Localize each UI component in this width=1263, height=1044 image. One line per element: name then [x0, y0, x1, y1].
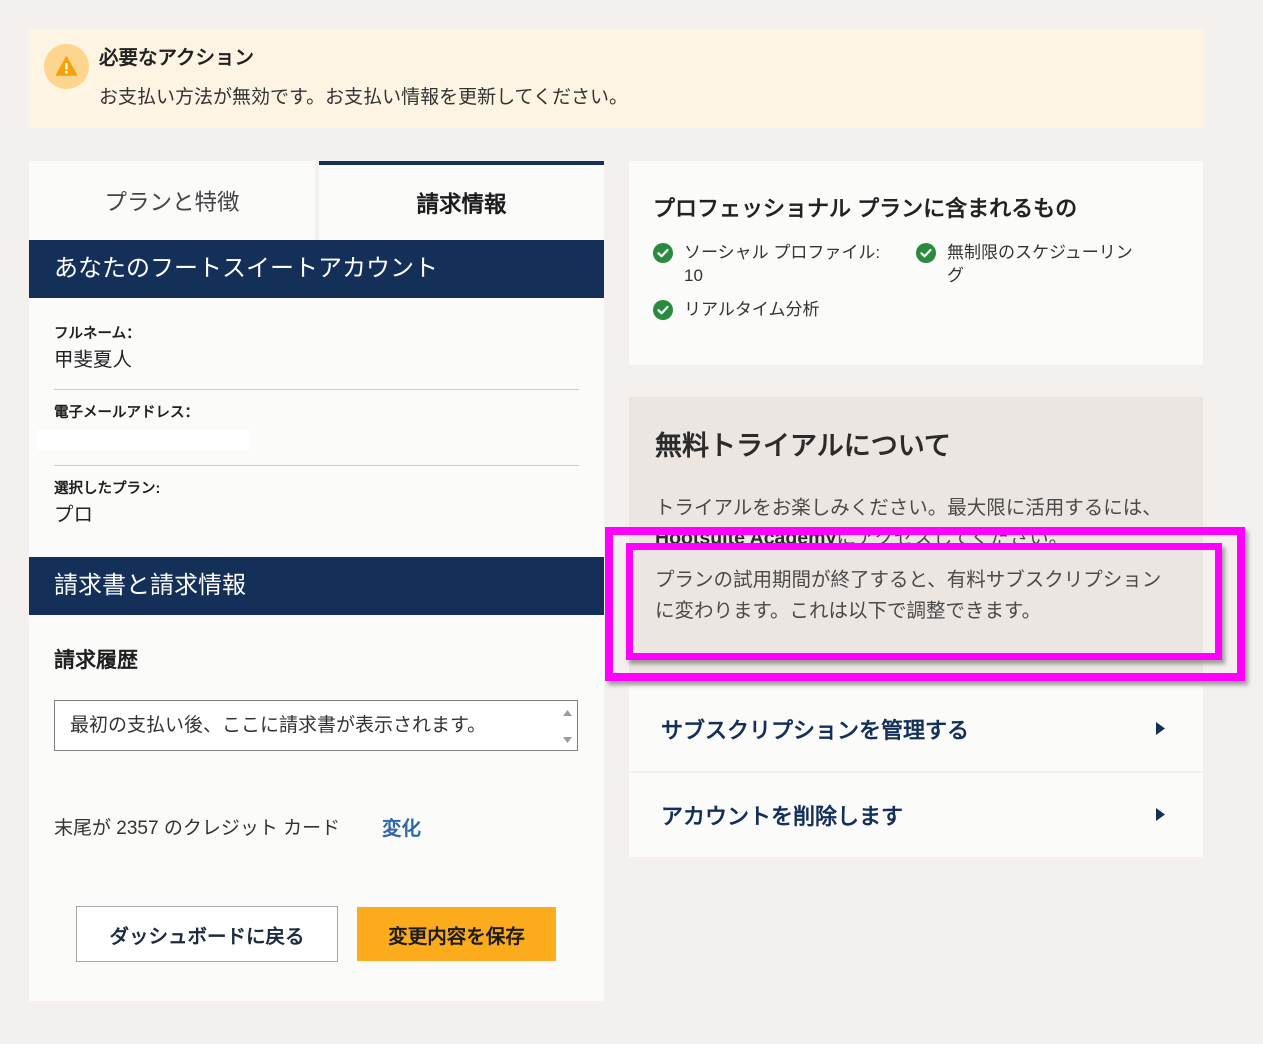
plan-feature-label: リアルタイム分析: [684, 300, 820, 319]
alert-message: お支払い方法が無効です。お支払い情報を更新してください。: [99, 87, 628, 108]
email-redaction-box: [37, 430, 250, 450]
billing-panel: プランと特徴 請求情報 あなたのフートスイートアカウント フルネーム： 甲斐夏人…: [29, 161, 604, 1001]
manage-subscription-row[interactable]: サブスクリプションを管理する: [629, 686, 1203, 771]
selected-plan-value: プロ: [54, 504, 94, 526]
save-changes-button[interactable]: 変更内容を保存: [357, 907, 556, 961]
alert-title: 必要なアクション: [99, 47, 255, 69]
plan-feature-item: リアルタイム分析: [653, 298, 894, 321]
divider: [54, 389, 579, 390]
divider: [54, 465, 579, 466]
action-required-alert: 必要なアクション お支払い方法が無効です。お支払い情報を更新してください。: [29, 29, 1203, 128]
change-card-link[interactable]: 変化: [382, 817, 421, 841]
chevron-right-icon: [1156, 721, 1165, 735]
hootsuite-academy-link[interactable]: Hootsuite Academy: [655, 527, 836, 543]
selected-plan-label: 選択したプラン:: [54, 481, 161, 497]
full-name-label: フルネーム：: [54, 326, 141, 342]
plan-features-card: プロフェッショナル プランに含まれるもの ソーシャル プロファイル: 10 無制…: [629, 161, 1203, 365]
plan-feature-item: ソーシャル プロファイル: 10: [653, 241, 894, 287]
delete-account-row[interactable]: アカウントを削除します: [629, 773, 1203, 857]
free-trial-card: 無料トライアルについて トライアルをお楽しみください。最大限に活用するには、 Ho…: [629, 397, 1203, 681]
scroll-up-arrow-icon[interactable]: [563, 710, 572, 716]
plan-features-title: プロフェッショナル プランに含まれるもの: [653, 196, 1078, 221]
billing-section-header: 請求書と請求情報: [29, 557, 604, 615]
billing-history-text: 最初の支払い後、ここに請求書が表示されます。: [70, 715, 487, 736]
plan-feature-label: ソーシャル プロファイル: 10: [684, 243, 881, 285]
scroll-down-arrow-icon[interactable]: [563, 737, 572, 743]
full-name-value: 甲斐夏人: [54, 349, 133, 371]
account-section-header: あなたのフートスイートアカウント: [29, 240, 604, 298]
trial-intro-paragraph: トライアルをお楽しみください。最大限に活用するには、 Hootsuite Acad…: [655, 493, 1170, 543]
check-circle-icon: [916, 242, 936, 263]
delete-account-label: アカウントを削除します: [661, 804, 904, 829]
tab-billing-info[interactable]: 請求情報: [319, 161, 604, 240]
credit-card-text: 末尾が 2357 のクレジット カード: [54, 818, 341, 839]
billing-history-title: 請求履歴: [54, 649, 138, 672]
manage-subscription-label: サブスクリプションを管理する: [661, 717, 970, 743]
tab-plan-features[interactable]: プランと特徴: [29, 161, 315, 240]
warning-icon: [44, 44, 89, 89]
check-circle-icon: [653, 299, 673, 320]
billing-history-box[interactable]: 最初の支払い後、ここに請求書が表示されます。: [54, 700, 578, 751]
free-trial-title: 無料トライアルについて: [655, 431, 951, 461]
check-circle-icon: [653, 242, 673, 263]
plan-feature-item: 無制限のスケジューリング: [916, 241, 1145, 287]
trial-intro-text: トライアルをお楽しみください。最大限に活用するには、: [655, 497, 1162, 519]
email-label: 電子メールアドレス：: [54, 405, 199, 421]
back-to-dashboard-button[interactable]: ダッシュボードに戻る: [76, 906, 338, 962]
trial-notice-paragraph: プランの試用期間が終了すると、有料サブスクリプションに変わります。これは以下で調…: [655, 569, 1162, 622]
trial-intro-end-text: にアクセスしてください。: [836, 527, 1069, 543]
plan-feature-label: 無制限のスケジューリング: [947, 243, 1133, 285]
chevron-right-icon: [1156, 808, 1165, 821]
